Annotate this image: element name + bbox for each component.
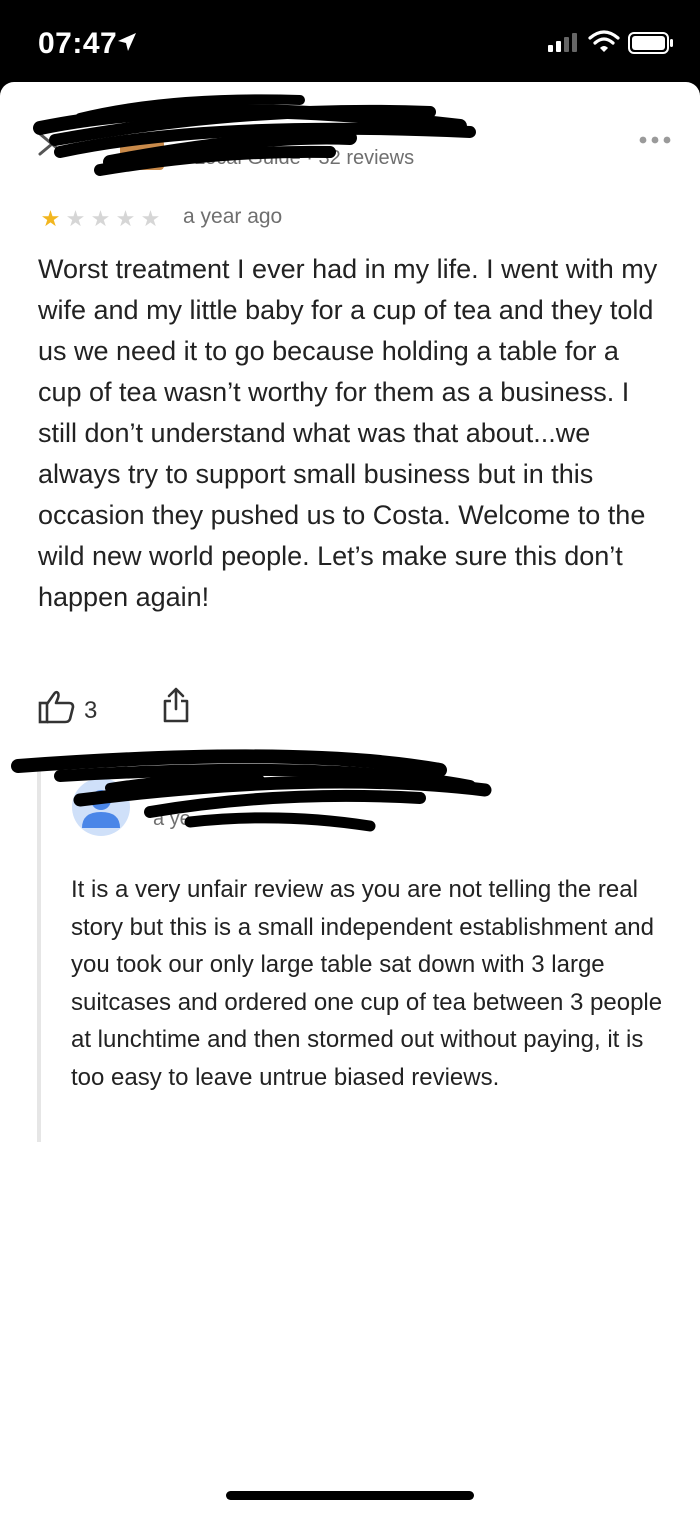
redaction-scribbles [11,94,492,832]
home-indicator[interactable] [226,1491,474,1500]
